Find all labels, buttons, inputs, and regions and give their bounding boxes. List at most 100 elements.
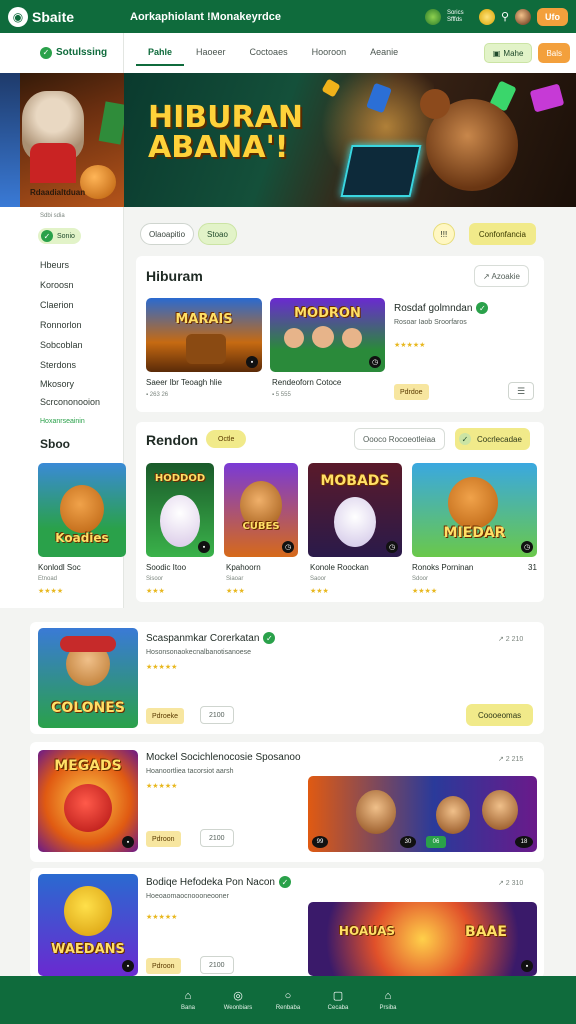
game-price[interactable]: 2100 xyxy=(200,829,234,847)
badge-icon: ◷ xyxy=(386,541,398,553)
banner-text-left: HOAUAS xyxy=(338,924,396,938)
sort-button[interactable]: ↗ Azoakie xyxy=(474,265,529,287)
game-tag[interactable]: Pdroon xyxy=(146,958,181,974)
game-banner[interactable]: HOAUAS BAAE ▪ xyxy=(308,902,537,976)
gold-coin-icon xyxy=(478,8,495,25)
chat-icon: ○ xyxy=(284,989,292,1002)
game-card-thumbnail[interactable]: MIEDAR ◷ xyxy=(412,463,537,557)
section-cta-button[interactable]: ✓ Cocrlecadae xyxy=(455,428,530,450)
nav-label: Prsiba xyxy=(379,1004,397,1011)
tab-3[interactable]: Hooroon xyxy=(300,40,359,66)
game-banner[interactable]: 99 30 06 18 xyxy=(308,776,537,852)
game-card-thumbnail[interactable]: CUBES ◷ xyxy=(224,463,298,557)
list-view-icon[interactable]: ☰ xyxy=(508,382,534,400)
game-meta: Siaoar xyxy=(226,576,244,582)
game-tag[interactable]: Pdroeke xyxy=(146,708,185,724)
decor-blob xyxy=(60,636,116,652)
sidebar-item-6[interactable]: Mkosory xyxy=(40,375,100,393)
section-pill[interactable]: Octle xyxy=(206,430,247,448)
filter-pill-1[interactable]: Olaoapitio xyxy=(140,223,195,245)
sidebar-item-0[interactable]: Hbeurs xyxy=(40,255,100,275)
game-card-thumbnail[interactable]: HODDOD ▪ xyxy=(146,463,214,557)
featured-title: Rosdaf golmndan ✓ xyxy=(394,302,489,314)
nav-profile[interactable]: ⌂ Prsiba xyxy=(370,990,406,1011)
nav-home[interactable]: ⌂ Bana xyxy=(170,990,206,1011)
nav-chat[interactable]: ○ Renbaba xyxy=(270,990,306,1011)
game-title: Scaspanmkar Corerkatan ✓ xyxy=(146,632,276,644)
sidebar-item-5[interactable]: Sterdons xyxy=(40,355,100,375)
sidebar-promo-image[interactable] xyxy=(0,73,124,207)
game-thumbnail[interactable]: WAEDANS ▪ xyxy=(38,874,138,976)
decor-blob xyxy=(284,328,304,348)
game-title: Mockel Socichlenocosie Sposanoo xyxy=(146,752,301,763)
coin-icon xyxy=(424,8,441,25)
nav-games[interactable]: ◎ Weonbiars xyxy=(220,990,256,1011)
mascot-image xyxy=(22,91,84,183)
filter-cta-button[interactable]: Confonfancia xyxy=(468,223,536,245)
section-filter-button[interactable]: Oooco Rocoeotleiaa xyxy=(354,428,445,450)
sidebar-item-8[interactable]: Hoxanrseainin xyxy=(40,411,100,431)
sidebar-chip[interactable]: ✓ Sonio xyxy=(38,228,81,244)
filter-pill-2[interactable]: Stoao xyxy=(198,223,237,245)
game-thumbnail[interactable]: MARAIS ▪ xyxy=(146,298,262,372)
avatar[interactable] xyxy=(515,8,531,25)
game-thumb-title: HODDOD xyxy=(154,473,206,484)
game-price[interactable]: 2100 xyxy=(200,956,234,974)
game-price[interactable]: 2100 xyxy=(200,706,234,724)
tab-1[interactable]: Haoeer xyxy=(184,40,238,66)
rating-stars: ★★★ xyxy=(146,588,165,595)
bear-mascot-image xyxy=(420,89,518,191)
game-thumb-title: MOBADS xyxy=(320,473,390,489)
section-title: Hiburam xyxy=(146,268,203,284)
header-green-button[interactable]: ▣ Mahe xyxy=(483,43,533,63)
badge-icon: ◷ xyxy=(521,541,533,553)
promo-caption: Rdaadialtduan xyxy=(30,188,86,197)
sidebar-item-7[interactable]: Scrcononooion xyxy=(40,393,100,411)
search-icon[interactable]: ⚲ xyxy=(501,10,509,23)
lock-icon: ▣ xyxy=(492,48,501,58)
game-thumbnail[interactable]: MODRON ◷ xyxy=(270,298,385,372)
banner-badge: 18 xyxy=(515,836,533,848)
sidebar-item-1[interactable]: Koroosn xyxy=(40,275,100,295)
game-card-thumbnail[interactable]: Koadies xyxy=(38,463,126,557)
tab-0[interactable]: Pahle xyxy=(136,40,185,66)
game-card-thumbnail[interactable]: MOBADS ◷ xyxy=(308,463,402,557)
game-tag[interactable]: Pdroon xyxy=(146,831,181,847)
deposit-button[interactable]: Ufo xyxy=(537,7,568,26)
sidebar-header[interactable]: ✓ Sotulssing xyxy=(0,33,123,68)
game-title: Konlodl Soc xyxy=(38,563,81,572)
sidebar-item-2[interactable]: Claerion xyxy=(40,295,100,315)
check-icon: ✓ xyxy=(41,230,53,242)
brand-logo[interactable]: ◉ Sbaite xyxy=(8,6,128,27)
game-title: Saeer Ibr Teoagh hlie xyxy=(146,378,222,387)
verified-icon: ✓ xyxy=(40,46,52,59)
play-button[interactable]: Coooeomas xyxy=(466,704,534,726)
sidebar-header-label: Sotulssing xyxy=(56,47,108,58)
game-title: Rendeoforn Cotoce xyxy=(272,378,342,387)
main-tabs: Pahle Haoeer Coctoaes Hooroon Aeanie ▣ M… xyxy=(124,33,576,73)
decor-blob xyxy=(64,784,112,832)
decor-blob xyxy=(312,326,334,348)
game-thumbnail[interactable]: MEGADS ▪ xyxy=(38,750,138,852)
sidebar-item-4[interactable]: Sobcoblan xyxy=(40,335,100,355)
sidebar-nav: Hbeurs Koroosn Claerion Ronnorlon Sobcob… xyxy=(40,255,100,431)
hero-title-line2: ABANA'! xyxy=(148,130,289,165)
badge-icon: ▪ xyxy=(521,960,533,972)
section-title: Rendon xyxy=(146,432,199,448)
game-subtitle: Hoeoaomaocnoooneooner xyxy=(146,893,229,900)
decor-blob xyxy=(482,790,518,830)
game-meta: ▪ 5 555 xyxy=(272,392,291,398)
game-thumb-title: COLONES xyxy=(51,700,125,716)
hero-banner[interactable]: HIBURAN ABANA'! xyxy=(124,73,576,207)
badge-icon: ▪ xyxy=(246,356,258,368)
nav-wallet[interactable]: ▢ Cecaba xyxy=(320,990,356,1011)
hero-card-icon xyxy=(529,83,565,113)
sidebar-item-3[interactable]: Ronnorlon xyxy=(40,315,100,335)
featured-tag[interactable]: Pdrdoe xyxy=(394,384,429,400)
tab-4[interactable]: Aeanie xyxy=(358,40,410,66)
header-orange-button[interactable]: Bals xyxy=(538,43,570,63)
rating-stars: ★★★★★ xyxy=(146,914,178,921)
tab-2[interactable]: Coctoaes xyxy=(238,40,300,66)
filter-round-button[interactable]: !!! xyxy=(432,223,455,245)
game-thumbnail[interactable]: COLONES xyxy=(38,628,138,728)
